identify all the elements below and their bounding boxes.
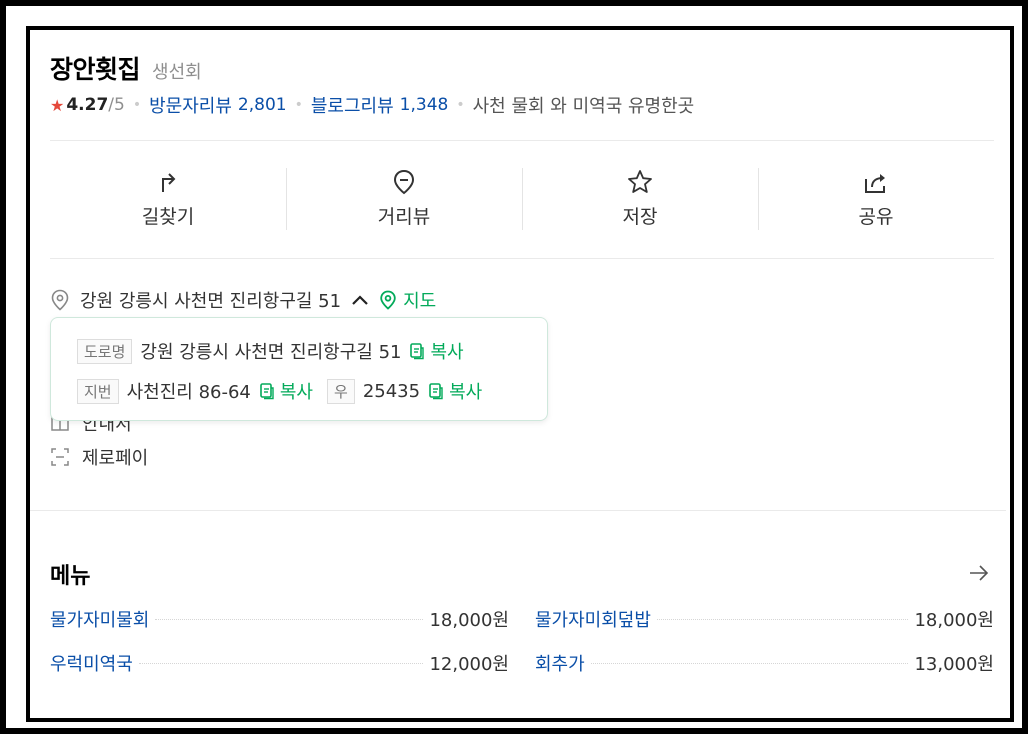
- road-address-line: 도로명 강원 강릉시 사천면 진리항구길 51 복사: [77, 338, 464, 364]
- visitor-reviews-link[interactable]: 방문자리뷰: [149, 92, 232, 118]
- place-card: 장안횟집 생선회 ★ 4.27 /5 • 방문자리뷰 2,801 • 블로그리뷰…: [30, 30, 1006, 714]
- address-popup: 도로명 강원 강릉시 사천면 진리항구길 51 복사 지번 사천진리 86-64: [50, 317, 548, 421]
- section-divider: [30, 510, 1006, 511]
- action-bar: 길찾기 거리뷰 저장 공유: [50, 168, 994, 232]
- street-view-button[interactable]: 거리뷰: [286, 168, 522, 232]
- menu-leader: [138, 662, 424, 664]
- map-link-label: 지도: [403, 291, 437, 312]
- rating-max: /5: [108, 95, 125, 115]
- zip-tag: 우: [327, 378, 355, 404]
- menu-section-title: 메뉴: [50, 564, 91, 589]
- place-name: 장안횟집: [50, 55, 141, 84]
- copy-road-address-button[interactable]: 복사: [409, 338, 464, 364]
- separator-dot: •: [294, 97, 303, 113]
- divider: [50, 258, 994, 259]
- menu-item-price: 18,000원: [914, 610, 994, 631]
- menu-item-price: 13,000원: [914, 654, 994, 675]
- menu-item-name[interactable]: 물가자미회덮밥: [535, 606, 651, 632]
- menu-item-name[interactable]: 우럭미역국: [50, 650, 133, 676]
- copy-icon: [410, 343, 425, 360]
- menu-leader: [590, 662, 909, 664]
- address-text: 강원 강릉시 사천면 진리항구길 51: [80, 291, 342, 312]
- directions-button[interactable]: 길찾기: [50, 168, 286, 232]
- divider: [50, 140, 994, 141]
- star-icon: [628, 170, 652, 193]
- copy-label: 복사: [279, 382, 313, 403]
- menu-leader: [155, 618, 424, 620]
- menu-item[interactable]: 물가자미회덮밥 18,000원: [535, 606, 994, 632]
- place-category: 생선회: [152, 62, 202, 83]
- menu-item-price: 18,000원: [429, 610, 509, 631]
- rating-star-icon: ★: [50, 95, 65, 115]
- zeropay-row: 제로페이: [50, 444, 148, 470]
- place-tagline: 사천 물회 와 미역국 유명한곳: [472, 96, 695, 117]
- copy-label: 복사: [430, 342, 464, 363]
- jibun-tag: 지번: [77, 378, 119, 404]
- menu-item-name[interactable]: 회추가: [535, 650, 585, 676]
- address-row: 강원 강릉시 사천면 진리항구길 51 지도: [50, 287, 436, 313]
- copy-zip-code-button[interactable]: 복사: [428, 378, 482, 404]
- chevron-up-icon[interactable]: [351, 291, 369, 309]
- share-button[interactable]: 공유: [758, 168, 994, 232]
- directions-label: 길찾기: [141, 206, 195, 228]
- save-button[interactable]: 저장: [522, 168, 758, 232]
- copy-icon: [429, 383, 443, 400]
- menu-item[interactable]: 회추가 13,000원: [535, 650, 994, 676]
- road-address-text: 강원 강릉시 사천면 진리항구길 51: [140, 342, 402, 363]
- zeropay-icon: [51, 448, 69, 466]
- share-icon: [865, 174, 885, 193]
- zeropay-text: 제로페이: [82, 448, 149, 469]
- separator-dot: •: [456, 97, 465, 113]
- menu-item[interactable]: 물가자미물회 18,000원: [50, 606, 509, 632]
- copy-icon: [260, 383, 274, 400]
- zip-code-text: 25435: [362, 380, 421, 402]
- road-address-tag: 도로명: [77, 338, 133, 364]
- menu-item-name[interactable]: 물가자미물회: [50, 606, 149, 632]
- blog-reviews-link[interactable]: 블로그리뷰: [311, 92, 394, 118]
- title-row: 장안횟집 생선회: [50, 50, 202, 86]
- copy-label: 복사: [449, 382, 483, 403]
- meta-row: ★ 4.27 /5 • 방문자리뷰 2,801 • 블로그리뷰 1,348 • …: [50, 92, 694, 118]
- arrow-right-icon[interactable]: [968, 562, 990, 584]
- jibun-address-text: 사천진리 86-64: [126, 382, 251, 403]
- visitor-reviews-count[interactable]: 2,801: [238, 95, 287, 115]
- menu-leader: [656, 618, 909, 620]
- directions-icon: [162, 173, 176, 192]
- menu-item-price: 12,000원: [429, 654, 509, 675]
- street-view-label: 거리뷰: [377, 206, 431, 228]
- jibun-address-line: 지번 사천진리 86-64 복사 우 25435 복사: [77, 378, 482, 404]
- blog-reviews-count[interactable]: 1,348: [400, 95, 449, 115]
- save-label: 저장: [622, 206, 658, 228]
- map-pin-icon: [380, 290, 396, 310]
- address-pin-icon: [51, 289, 69, 311]
- share-label: 공유: [858, 206, 894, 228]
- menu-item[interactable]: 우럭미역국 12,000원: [50, 650, 509, 676]
- copy-jibun-address-button[interactable]: 복사: [259, 378, 313, 404]
- separator-dot: •: [132, 97, 142, 113]
- rating-value: 4.27: [66, 95, 109, 115]
- map-link[interactable]: 지도: [379, 287, 436, 313]
- location-pin-icon: [393, 169, 415, 195]
